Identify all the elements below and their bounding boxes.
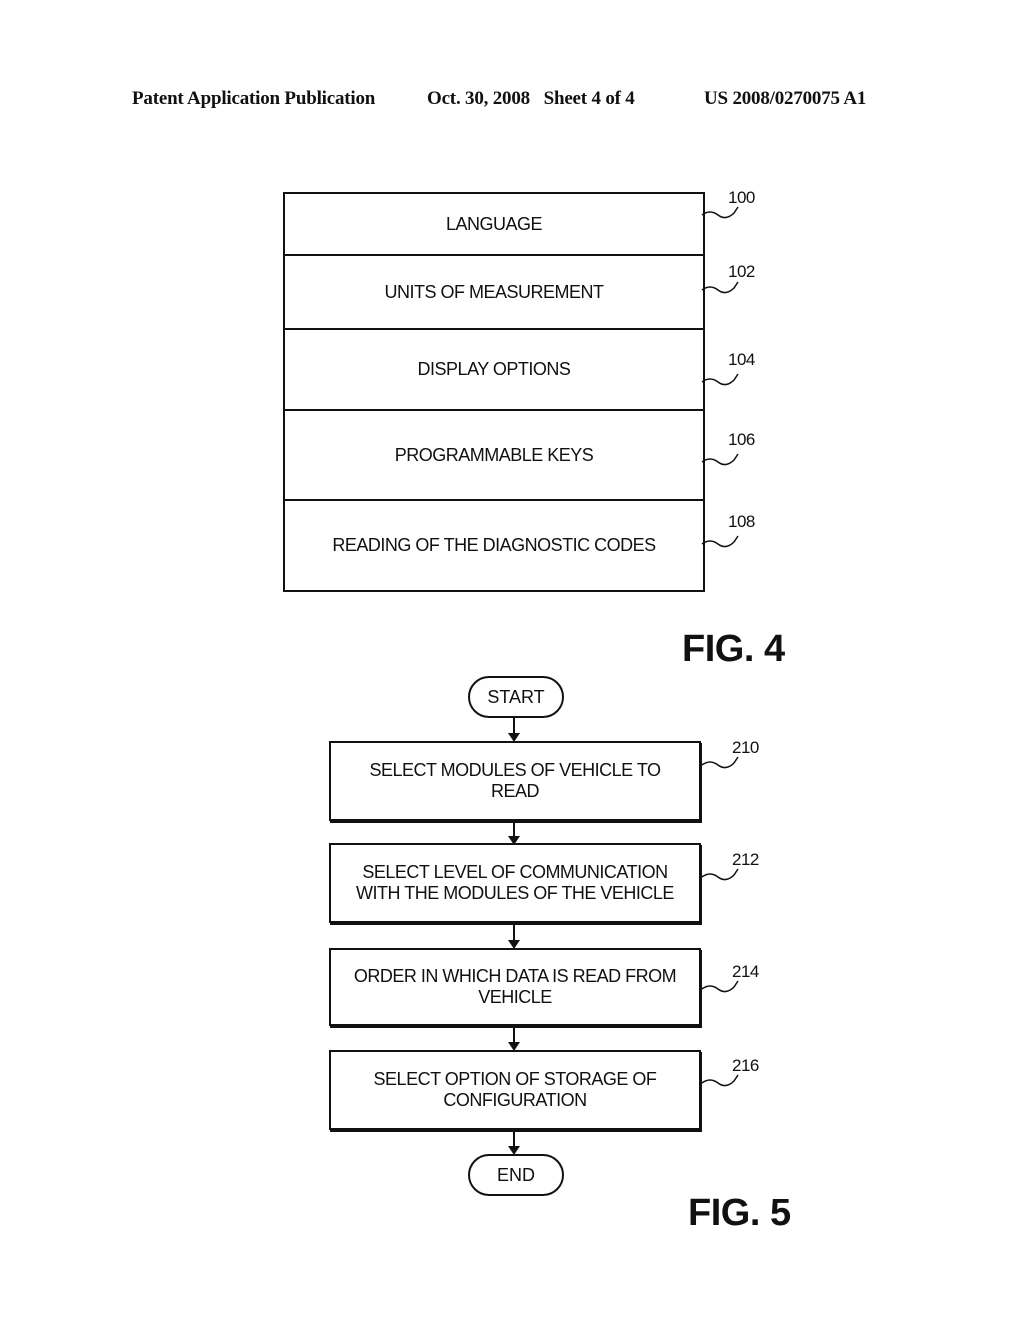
- leader-squiggle-icon: [701, 1074, 739, 1087]
- step-210: SELECT MODULES OF VEHICLE TO READ: [329, 741, 701, 821]
- fig4-row-language: LANGUAGE: [285, 194, 703, 256]
- leader-squiggle-icon: [701, 453, 739, 466]
- ref-108: 108: [728, 512, 755, 531]
- fig4-row-units: UNITS OF MEASUREMENT: [285, 256, 703, 330]
- fig4-label: FIG. 4: [682, 628, 785, 670]
- arrow-icon: [508, 925, 520, 949]
- leader-squiggle-icon: [701, 756, 739, 769]
- leader-squiggle-icon: [701, 535, 739, 548]
- header-publication: Patent Application Publication: [132, 88, 376, 109]
- leader-squiggle-icon: [701, 980, 739, 993]
- arrow-icon: [508, 718, 520, 742]
- end-terminal: END: [468, 1154, 564, 1196]
- fig5-label: FIG. 5: [688, 1192, 791, 1234]
- leader-squiggle-icon: [701, 281, 739, 294]
- step-216: SELECT OPTION OF STORAGE OF CONFIGURATIO…: [329, 1050, 701, 1130]
- step-212: SELECT LEVEL OF COMMUNICATION WITH THE M…: [329, 843, 701, 923]
- arrow-icon: [508, 1028, 520, 1051]
- header-patent-number: US 2008/0270075 A1: [704, 88, 867, 109]
- arrow-icon: [508, 823, 520, 845]
- ref-102: 102: [728, 262, 755, 281]
- leader-squiggle-icon: [701, 206, 739, 219]
- fig4-row-display: DISPLAY OPTIONS: [285, 330, 703, 411]
- ref-104: 104: [728, 350, 755, 369]
- header-date-sheet: Oct. 30, 2008 Sheet 4 of 4: [427, 88, 635, 109]
- arrow-icon: [508, 1132, 520, 1155]
- leader-squiggle-icon: [701, 868, 739, 881]
- start-terminal: START: [468, 676, 564, 718]
- fig4-settings-stack: LANGUAGE UNITS OF MEASUREMENT DISPLAY OP…: [283, 192, 705, 592]
- fig4-row-keys: PROGRAMMABLE KEYS: [285, 411, 703, 501]
- fig4-row-diagnostic: READING OF THE DIAGNOSTIC CODES: [285, 501, 703, 592]
- step-214: ORDER IN WHICH DATA IS READ FROM VEHICLE: [329, 948, 701, 1026]
- ref-106: 106: [728, 430, 755, 449]
- leader-squiggle-icon: [701, 373, 739, 386]
